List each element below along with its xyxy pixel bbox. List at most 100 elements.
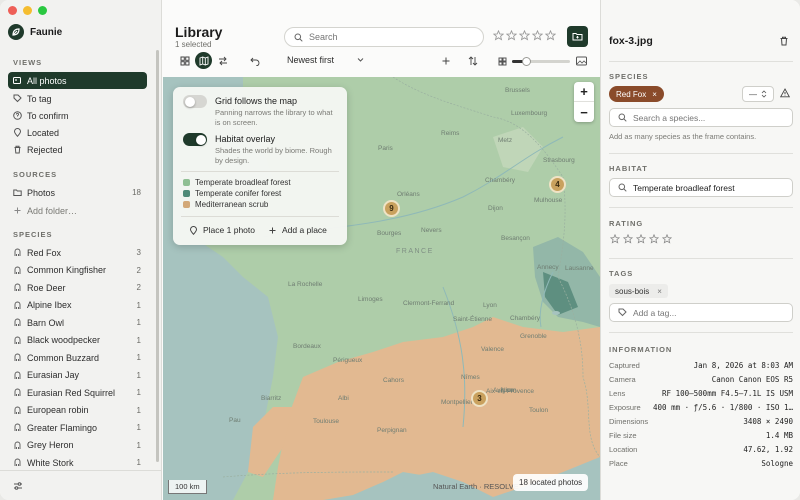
- species-chip[interactable]: Red Fox ×: [609, 86, 664, 102]
- trash-icon: [14, 145, 21, 154]
- city-label: Périgueux: [333, 357, 363, 364]
- photo-cluster[interactable]: 4: [549, 176, 566, 193]
- sidebar-item-to-tag[interactable]: To tag: [8, 90, 147, 107]
- sort-direction-button[interactable]: [466, 52, 480, 70]
- search-field[interactable]: [284, 27, 484, 47]
- photo-cluster[interactable]: 9: [383, 200, 400, 217]
- compare-view-button[interactable]: [216, 52, 230, 70]
- minimize-window-button[interactable]: [23, 6, 32, 15]
- add-place-button[interactable]: Add a place: [268, 225, 327, 235]
- city-label: Perpignan: [377, 427, 407, 434]
- habitat-overlay-toggle[interactable]: [183, 133, 207, 146]
- sort-select[interactable]: Newest first: [287, 55, 364, 65]
- star-icon[interactable]: [610, 234, 620, 244]
- star-icon[interactable]: [623, 234, 633, 244]
- sidebar-item-species[interactable]: Common Kingfisher 2: [8, 262, 147, 279]
- individual-count-select[interactable]: —: [742, 86, 774, 102]
- star-icon[interactable]: [545, 30, 556, 41]
- warning-icon[interactable]: [780, 88, 790, 98]
- grid-view-button[interactable]: [178, 52, 192, 70]
- habitat-field[interactable]: Temperate broadleaf forest: [609, 178, 793, 197]
- search-icon: [618, 113, 627, 122]
- sidebar-item-species[interactable]: Black woodpecker 1: [8, 332, 147, 349]
- search-input[interactable]: [309, 32, 459, 42]
- city-label: Chambéry: [485, 177, 515, 184]
- star-icon[interactable]: [649, 234, 659, 244]
- star-icon[interactable]: [662, 234, 672, 244]
- place-photo-button[interactable]: Place 1 photo: [189, 225, 255, 235]
- rating-filter[interactable]: [493, 30, 556, 41]
- tag-field[interactable]: [609, 303, 793, 322]
- city-label: Dijon: [488, 205, 503, 212]
- star-icon[interactable]: [636, 234, 646, 244]
- map-attribution[interactable]: Natural Earth · RESOLVE: [433, 482, 519, 491]
- legend-swatch: [183, 190, 190, 197]
- sidebar-item-species[interactable]: White Stork 1: [8, 454, 147, 471]
- add-button[interactable]: [439, 52, 453, 70]
- undo-button[interactable]: [248, 52, 262, 70]
- sidebar-item-species[interactable]: Greater Flamingo 1: [8, 419, 147, 436]
- sidebar-item-species[interactable]: Barn Owl 1: [8, 314, 147, 331]
- import-folder-button[interactable]: [567, 26, 588, 47]
- sidebar-item-all-photos[interactable]: All photos: [8, 72, 147, 89]
- zoom-in-button[interactable]: +: [574, 82, 594, 102]
- star-icon[interactable]: [519, 30, 530, 41]
- small-thumbnails-icon[interactable]: [498, 57, 507, 66]
- sidebar-item-count: 1: [136, 405, 141, 415]
- sidebar-item-to-confirm[interactable]: To confirm: [8, 107, 147, 124]
- sidebar-item-species[interactable]: Roe Deer 2: [8, 279, 147, 296]
- rating-stars[interactable]: [610, 234, 672, 244]
- city-label: Cahors: [383, 377, 404, 384]
- plus-icon: [14, 207, 21, 214]
- sidebar-item-species[interactable]: Common Buzzard 1: [8, 349, 147, 366]
- sidebar-item-species[interactable]: European robin 1: [8, 402, 147, 419]
- thumbnail-size-slider[interactable]: [512, 57, 570, 66]
- zoom-out-button[interactable]: −: [574, 102, 594, 122]
- species-search-field[interactable]: [609, 108, 793, 127]
- info-row: Place Sologne: [609, 459, 793, 468]
- info-key: Captured: [609, 361, 640, 370]
- tag-chip[interactable]: sous-bois ×: [609, 284, 668, 298]
- sliders-icon[interactable]: [13, 481, 23, 491]
- legend-item: Mediterranean scrub: [183, 200, 268, 209]
- sidebar-item-species[interactable]: Red Fox 3: [8, 244, 147, 261]
- sidebar-item-count: 1: [136, 353, 141, 362]
- app-window: Faunie VIEWS All photos To tag To confir…: [0, 0, 800, 500]
- star-icon[interactable]: [506, 30, 517, 41]
- close-window-button[interactable]: [8, 6, 17, 15]
- trash-icon[interactable]: [779, 36, 789, 46]
- photo-cluster[interactable]: 3: [471, 390, 488, 407]
- star-icon[interactable]: [493, 30, 504, 41]
- large-thumbnails-icon[interactable]: [576, 56, 587, 66]
- city-label: Pau: [229, 417, 241, 424]
- info-key: Place: [609, 459, 628, 468]
- folder-import-icon: [572, 33, 583, 41]
- sidebar-item-located[interactable]: Located: [8, 124, 147, 141]
- question-icon: [13, 111, 22, 120]
- grid-follows-map-toggle[interactable]: [183, 95, 207, 108]
- sidebar-item-species[interactable]: Alpine Ibex 1: [8, 297, 147, 314]
- slider-knob[interactable]: [522, 57, 531, 66]
- remove-tag-icon[interactable]: ×: [657, 287, 662, 296]
- star-icon[interactable]: [532, 30, 543, 41]
- toggle-knob: [195, 134, 206, 145]
- tag-icon: [13, 94, 22, 103]
- sidebar-item-rejected[interactable]: Rejected: [8, 141, 147, 158]
- sidebar-item-label: Red Fox: [27, 247, 62, 258]
- sidebar-item-species[interactable]: Grey Heron 1: [8, 437, 147, 454]
- sort-arrows-icon: [468, 56, 478, 66]
- sidebar-item-photos-source[interactable]: Photos 18: [8, 184, 147, 201]
- species-search-input[interactable]: [633, 112, 783, 123]
- info-row: Captured Jan 8, 2026 at 8:03 AM: [609, 361, 793, 370]
- map-view[interactable]: FRANCE Brussels Luxembourg Reims Paris M…: [163, 77, 600, 500]
- sidebar-item-species[interactable]: Eurasian Jay 1: [8, 367, 147, 384]
- sidebar-item-label: Photos: [27, 187, 56, 198]
- map-view-button[interactable]: [195, 52, 212, 69]
- sidebar-item-species[interactable]: Eurasian Red Squirrel 1: [8, 384, 147, 401]
- add-folder-button[interactable]: Add folder…: [8, 202, 147, 219]
- sidebar-scrollbar[interactable]: [156, 50, 159, 462]
- chevron-updown-icon: [761, 90, 767, 98]
- tag-input[interactable]: [633, 307, 783, 318]
- zoom-window-button[interactable]: [38, 6, 47, 15]
- remove-species-icon[interactable]: ×: [652, 90, 657, 99]
